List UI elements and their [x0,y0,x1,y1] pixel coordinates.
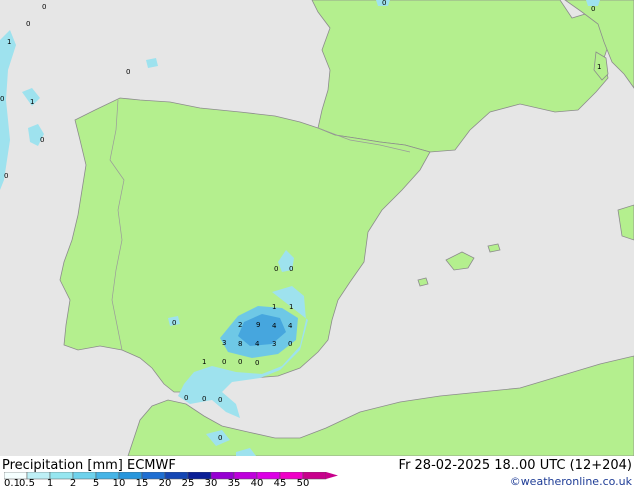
value-label: 4 [272,322,277,330]
value-label: 4 [255,340,260,348]
scale-tick-label: 10 [112,478,126,489]
value-label: 3 [272,340,276,348]
value-label: 0 [202,395,206,403]
value-label: 1 [597,63,601,71]
value-label: 1 [289,303,293,311]
scale-tick-label: 1 [46,478,54,489]
value-label: 0 [591,5,595,13]
value-label: 8 [238,340,242,348]
scale-tick-label: 2 [69,478,77,489]
scale-tick-label: 20 [158,478,172,489]
value-label: 0 [42,3,46,11]
scale-tick-label: 0.1 [4,478,20,489]
map-footer: Precipitation [mm] ECMWF Fr 28-02-2025 1… [0,456,634,490]
value-label: 1 [7,38,11,46]
value-label: 0 [4,172,8,180]
credit-link[interactable]: ©weatheronline.co.uk [510,476,632,487]
value-label: 0 [172,319,176,327]
precipitation-map: 0 0 1 1 0 0 0 0 0 0 1 0 0 1 2 9 4 4 3 8 … [0,0,634,456]
value-label: 2 [238,321,242,329]
value-label: 0 [218,396,222,404]
scale-tick-label: 0.5 [19,478,35,489]
scale-tick-label: 50 [296,478,310,489]
value-label: 0 [222,358,226,366]
value-label: 0 [289,265,293,273]
value-label: 3 [222,339,226,347]
value-label: 0 [126,68,130,76]
scale-tick-label: 35 [227,478,241,489]
value-label: 9 [256,321,260,329]
scale-tick-label: 45 [273,478,287,489]
scale-tick-label: 5 [92,478,100,489]
value-label: 0 [26,20,30,28]
value-label: 0 [288,340,292,348]
value-label: 0 [238,358,242,366]
value-label: 0 [40,136,44,144]
scale-tick-label: 15 [135,478,149,489]
value-label: 1 [272,303,276,311]
scale-arrow [326,472,338,479]
color-scale [4,472,338,480]
value-label: 0 [274,265,278,273]
value-label: 0 [184,394,188,402]
scale-tick-label: 30 [204,478,218,489]
value-label: 0 [218,434,222,442]
valid-time: Fr 28-02-2025 18..00 UTC (12+204) [398,458,632,473]
value-label: 1 [202,358,206,366]
value-label: 0 [382,0,386,7]
value-label: 0 [0,95,4,103]
value-label: 1 [30,98,34,106]
scale-tick-label: 25 [181,478,195,489]
product-title: Precipitation [mm] ECMWF [2,458,176,473]
value-label: 4 [288,322,293,330]
value-label: 0 [255,359,259,367]
scale-tick-label: 40 [250,478,264,489]
